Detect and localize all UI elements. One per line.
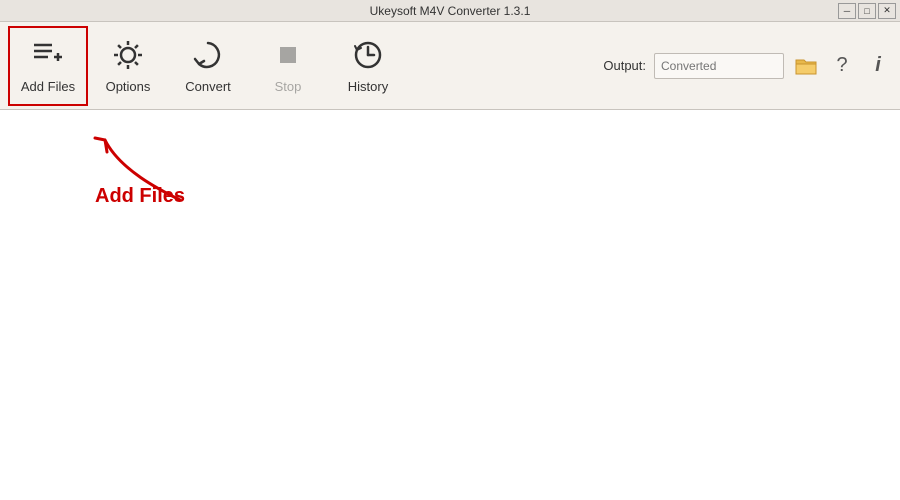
- title-bar: Ukeysoft M4V Converter 1.3.1 ─ □ ✕: [0, 0, 900, 22]
- add-files-tooltip: Add Files: [95, 185, 185, 208]
- history-icon: [350, 37, 386, 73]
- convert-icon: [190, 37, 226, 73]
- convert-button[interactable]: Convert: [168, 26, 248, 106]
- output-input[interactable]: [654, 53, 784, 79]
- stop-label: Stop: [275, 79, 302, 94]
- window-title: Ukeysoft M4V Converter 1.3.1: [370, 4, 531, 18]
- help-button[interactable]: ?: [828, 52, 856, 80]
- add-files-icon: [30, 37, 66, 73]
- maximize-button[interactable]: □: [858, 3, 876, 19]
- convert-label: Convert: [185, 79, 231, 94]
- help-icon: ?: [836, 54, 847, 77]
- minimize-icon: ─: [844, 6, 850, 16]
- browse-folder-button[interactable]: [792, 52, 820, 80]
- folder-icon: [794, 56, 818, 76]
- options-button[interactable]: Options: [88, 26, 168, 106]
- window-controls: ─ □ ✕: [838, 3, 896, 19]
- close-button[interactable]: ✕: [878, 3, 896, 19]
- maximize-icon: □: [864, 6, 869, 16]
- output-area: Output: ? i: [603, 52, 892, 80]
- info-button[interactable]: i: [864, 52, 892, 80]
- stop-icon: [270, 37, 306, 73]
- info-icon: i: [875, 54, 881, 77]
- output-label: Output:: [603, 58, 646, 73]
- close-icon: ✕: [883, 5, 891, 16]
- stop-button[interactable]: Stop: [248, 26, 328, 106]
- add-files-button[interactable]: Add Files: [8, 26, 88, 106]
- toolbar: Add Files Options Convert: [0, 22, 900, 110]
- add-files-label: Add Files: [21, 79, 75, 94]
- options-icon: [110, 37, 146, 73]
- options-label: Options: [106, 79, 151, 94]
- minimize-button[interactable]: ─: [838, 3, 856, 19]
- main-content: Add Files: [0, 110, 900, 500]
- history-button[interactable]: History: [328, 26, 408, 106]
- history-label: History: [348, 79, 388, 94]
